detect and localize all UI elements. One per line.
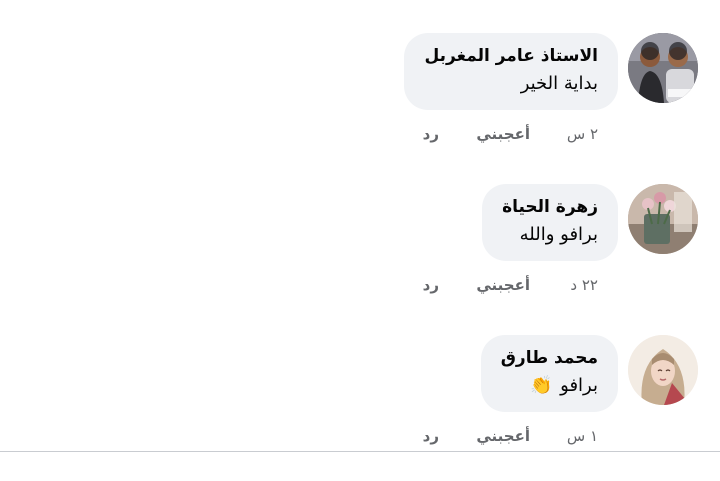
comment-text: بداية الخير (520, 73, 598, 94)
reply-button[interactable]: رد (423, 425, 439, 447)
comment-time[interactable]: ٢ س (567, 123, 598, 145)
avatar[interactable] (628, 33, 698, 103)
comment-bubble: الاستاذ عامر المغربل بداية الخير (404, 33, 618, 110)
comment-item: الاستاذ عامر المغربل بداية الخير ٢ س أعج… (0, 33, 720, 173)
comment-text: برافو والله (519, 224, 598, 245)
comment-author[interactable]: محمد طارق (501, 346, 598, 370)
comment-item: محمد طارق برافو 👏 ١ س أعجبني رد (0, 335, 720, 475)
comment-author[interactable]: الاستاذ عامر المغربل (424, 44, 598, 68)
like-button[interactable]: أعجبني (476, 123, 530, 145)
comment-time[interactable]: ٢٢ د (570, 274, 598, 296)
avatar[interactable] (628, 335, 698, 405)
comment-author[interactable]: زهرة الحياة (502, 195, 598, 219)
reply-button[interactable]: رد (423, 274, 439, 296)
comment-bubble: زهرة الحياة برافو والله (482, 184, 618, 261)
divider (0, 451, 720, 452)
comment-item: زهرة الحياة برافو والله ٢٢ د أعجبني رد (0, 184, 720, 324)
avatar-hijab-icon (628, 335, 698, 405)
avatar[interactable] (628, 184, 698, 254)
comment-time[interactable]: ١ س (567, 425, 598, 447)
like-button[interactable]: أعجبني (476, 274, 530, 296)
avatar-photo-icon (628, 33, 698, 103)
comment-text: برافو 👏 (501, 372, 598, 400)
avatar-flowers-icon (628, 184, 698, 254)
like-button[interactable]: أعجبني (476, 425, 530, 447)
comment-bubble: محمد طارق برافو 👏 (480, 335, 618, 412)
clapping-hands-icon: 👏 (529, 375, 553, 396)
comment-text-label: برافو (560, 375, 598, 396)
reply-button[interactable]: رد (423, 123, 439, 145)
